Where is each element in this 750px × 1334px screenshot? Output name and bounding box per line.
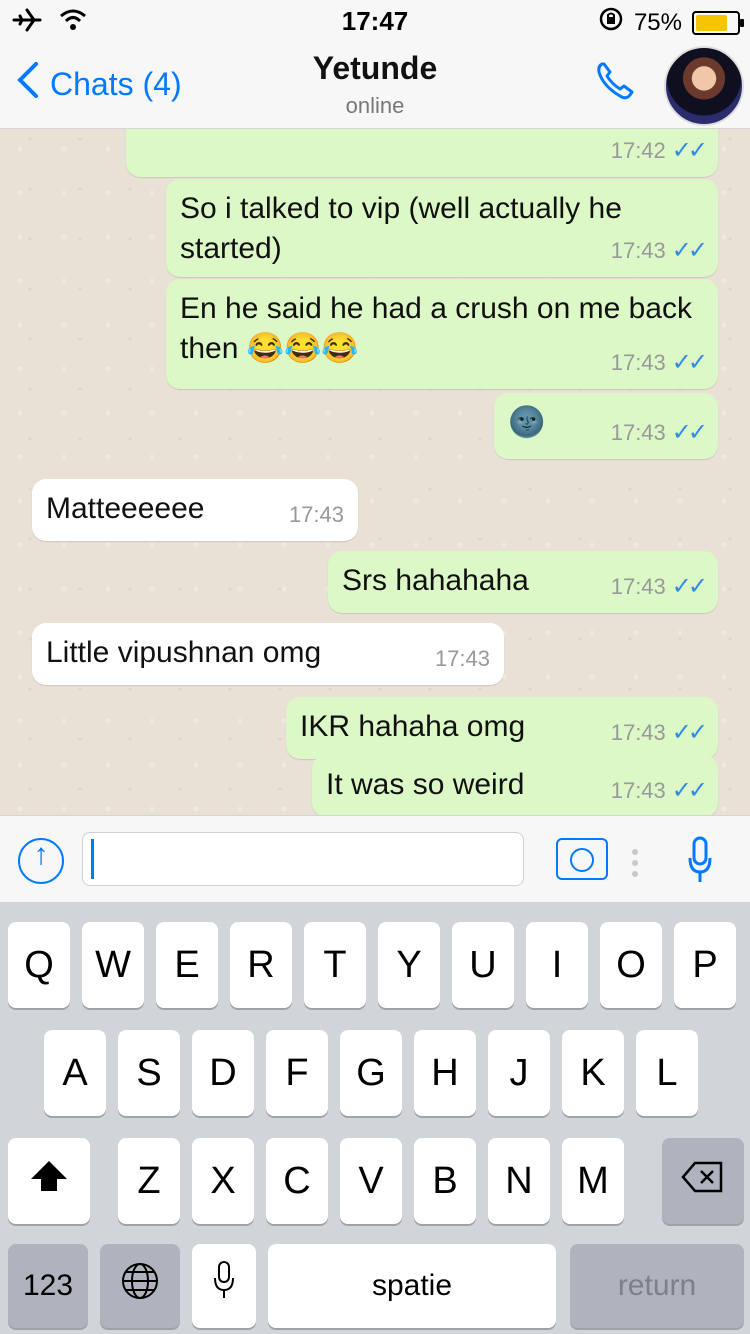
key-i[interactable]: I	[526, 922, 588, 1008]
message-time: 17:43	[610, 720, 666, 745]
globe-icon	[120, 1261, 160, 1311]
message-text: It was so weird	[326, 768, 525, 801]
double-check-icon: ✓✓	[671, 573, 708, 600]
keyboard: Q W E R T Y U I O P A S D F G H J K L Z …	[0, 902, 750, 1334]
message-bubble[interactable]: Srs hahahaha 17:43 ✓✓	[328, 551, 718, 613]
key-d[interactable]: D	[192, 1030, 254, 1116]
key-b[interactable]: B	[414, 1138, 476, 1224]
message-bubble[interactable]: So i talked to vip (well actually he sta…	[166, 179, 718, 277]
mic-icon[interactable]	[686, 834, 714, 888]
message-bubble[interactable]: 17:42 ✓✓	[126, 129, 718, 177]
message-time: 17:43	[434, 646, 490, 671]
space-key[interactable]: spatie	[268, 1244, 556, 1328]
key-f[interactable]: F	[266, 1030, 328, 1116]
message-text: Matteeeeee	[46, 492, 205, 525]
key-z[interactable]: Z	[118, 1138, 180, 1224]
double-check-icon: ✓✓	[671, 237, 708, 264]
key-s[interactable]: S	[118, 1030, 180, 1116]
key-x[interactable]: X	[192, 1138, 254, 1224]
composer-bar	[0, 815, 750, 903]
key-r[interactable]: R	[230, 922, 292, 1008]
double-check-icon: ✓✓	[671, 137, 708, 164]
key-v[interactable]: V	[340, 1138, 402, 1224]
message-time: 17:43	[610, 778, 666, 803]
backspace-icon	[681, 1160, 725, 1203]
key-e[interactable]: E	[156, 922, 218, 1008]
message-time: 17:43	[610, 574, 666, 599]
message-bubble[interactable]: 🌚 17:43 ✓✓	[494, 393, 718, 459]
status-bar: 17:47 75%	[0, 0, 750, 40]
globe-key[interactable]	[100, 1244, 180, 1328]
message-time: 17:43	[610, 238, 666, 263]
key-h[interactable]: H	[414, 1030, 476, 1116]
chat-area[interactable]: 17:42 ✓✓ So i talked to vip (well actuall…	[0, 129, 750, 815]
message-text: IKR hahaha omg	[300, 710, 526, 743]
message-bubble[interactable]: Little vipushnan omg 17:43	[32, 623, 504, 685]
status-right: 75%	[598, 6, 744, 39]
message-time: 17:43	[610, 420, 666, 445]
message-time: 17:42	[610, 138, 666, 163]
contact-avatar[interactable]	[664, 46, 744, 126]
key-l[interactable]: L	[636, 1030, 698, 1116]
message-input[interactable]	[82, 832, 524, 886]
message-text: Little vipushnan omg	[46, 636, 322, 669]
shift-key[interactable]	[8, 1138, 90, 1224]
message-bubble[interactable]: Matteeeeee 17:43	[32, 479, 358, 541]
message-text: So i talked to vip (well actually he sta…	[180, 192, 622, 265]
key-a[interactable]: A	[44, 1030, 106, 1116]
key-o[interactable]: O	[600, 922, 662, 1008]
message-time: 17:43	[288, 502, 344, 527]
key-t[interactable]: T	[304, 922, 366, 1008]
key-g[interactable]: G	[340, 1030, 402, 1116]
battery-icon	[692, 10, 744, 35]
message-bubble[interactable]: En he said he had a crush on me back the…	[166, 279, 718, 389]
double-check-icon: ✓✓	[671, 719, 708, 746]
message-bubble[interactable]: IKR hahaha omg 17:43 ✓✓	[286, 697, 718, 759]
rotation-lock-icon	[598, 6, 624, 39]
camera-icon[interactable]	[556, 838, 608, 880]
more-dots-icon	[632, 844, 638, 882]
key-q[interactable]: Q	[8, 922, 70, 1008]
double-check-icon: ✓✓	[671, 349, 708, 376]
key-p[interactable]: P	[674, 922, 736, 1008]
message-time: 17:43	[610, 350, 666, 375]
message-bubble[interactable]: It was so weird 17:43 ✓✓	[312, 755, 718, 815]
key-u[interactable]: U	[452, 922, 514, 1008]
key-n[interactable]: N	[488, 1138, 550, 1224]
key-y[interactable]: Y	[378, 922, 440, 1008]
dictation-key[interactable]	[192, 1244, 256, 1328]
key-c[interactable]: C	[266, 1138, 328, 1224]
key-j[interactable]: J	[488, 1030, 550, 1116]
text-caret	[91, 839, 94, 879]
nav-bar: Chats (4) Yetunde online	[0, 40, 750, 129]
return-key[interactable]: return	[570, 1244, 744, 1328]
double-check-icon: ✓✓	[671, 777, 708, 804]
battery-percent: 75%	[633, 8, 682, 36]
shift-icon	[29, 1159, 69, 1203]
numbers-key[interactable]: 123	[8, 1244, 88, 1328]
message-text: Srs hahahaha	[342, 564, 529, 597]
upload-icon[interactable]	[18, 838, 64, 884]
mic-icon	[212, 1260, 236, 1312]
phone-icon[interactable]	[590, 56, 640, 106]
backspace-key[interactable]	[662, 1138, 744, 1224]
key-k[interactable]: K	[562, 1030, 624, 1116]
message-text: 🌚	[508, 406, 546, 439]
key-w[interactable]: W	[82, 922, 144, 1008]
key-m[interactable]: M	[562, 1138, 624, 1224]
double-check-icon: ✓✓	[671, 419, 708, 446]
